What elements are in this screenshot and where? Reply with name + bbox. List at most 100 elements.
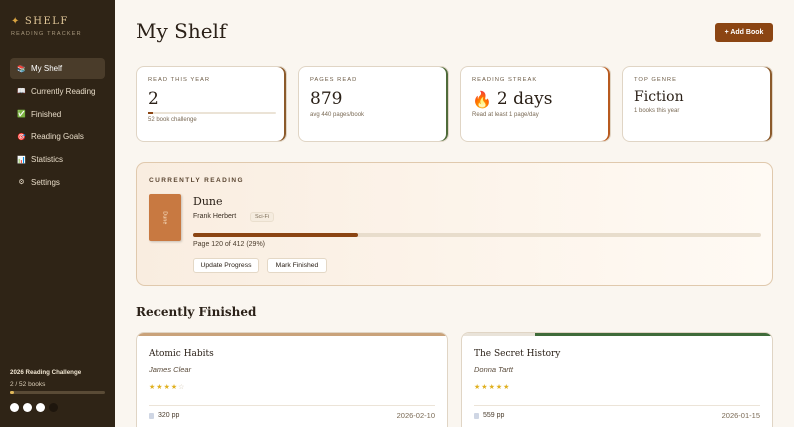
stat-label: READ THIS YEAR bbox=[148, 77, 211, 83]
star-icon: ★ bbox=[481, 384, 489, 391]
stat-label: PAGES READ bbox=[310, 77, 358, 83]
currently-reading-card: CURRENTLY READING Dune Dune Frank Herber… bbox=[136, 162, 773, 286]
reading-progress-bar bbox=[193, 233, 761, 237]
book-title: Atomic Habits bbox=[149, 349, 214, 359]
finish-date: 2026-01-15 bbox=[721, 411, 760, 420]
theme-dot[interactable] bbox=[36, 403, 45, 412]
finish-date: 2026-02-10 bbox=[396, 411, 435, 420]
page-count: 320 pp bbox=[149, 412, 179, 419]
theme-dot[interactable] bbox=[10, 403, 19, 412]
sparkle-icon: ✦ bbox=[11, 16, 21, 27]
book-author: Donna Tartt bbox=[474, 365, 513, 374]
theme-dots bbox=[10, 403, 105, 412]
sidebar-item-my-shelf[interactable]: 📚 My Shelf bbox=[10, 58, 105, 79]
page-icon bbox=[149, 412, 154, 419]
page-icon bbox=[474, 412, 479, 419]
book-open-icon: 📖 bbox=[17, 88, 26, 96]
reading-progress-text: Page 120 of 412 (29%) bbox=[193, 241, 265, 248]
stat-label: TOP GENRE bbox=[634, 77, 677, 83]
book-title: The Secret History bbox=[474, 349, 561, 359]
finished-book-card[interactable]: The Secret History Donna Tartt ★★★★★ 559… bbox=[461, 332, 773, 427]
stat-card-pages-read: PAGES READ 879 avg 440 pages/book bbox=[298, 66, 449, 142]
divider bbox=[474, 405, 760, 406]
brand: ✦ SHELF READING TRACKER bbox=[11, 16, 82, 37]
star-rating: ★★★★☆ bbox=[149, 383, 185, 391]
target-icon: 🎯 bbox=[17, 133, 26, 141]
reading-progress-fill bbox=[193, 233, 358, 237]
page-count: 559 pp bbox=[474, 412, 504, 419]
brand-title: ✦ SHELF bbox=[11, 16, 82, 27]
checkmark-icon: ✅ bbox=[17, 111, 26, 119]
card-accent-bar bbox=[535, 333, 772, 336]
star-icon: ★ bbox=[488, 384, 496, 391]
star-icon: ★ bbox=[156, 384, 164, 391]
chart-icon: 📊 bbox=[17, 156, 26, 164]
stat-sub: avg 440 pages/book bbox=[310, 112, 365, 118]
stat-card-reading-streak: READING STREAK 🔥 2 days Read at least 1 … bbox=[460, 66, 611, 142]
page-count-text: 559 pp bbox=[483, 412, 505, 419]
book-cover-title: Dune bbox=[162, 210, 168, 225]
star-empty-icon: ☆ bbox=[178, 384, 186, 391]
book-author: James Clear bbox=[149, 365, 192, 374]
challenge-progress-fill bbox=[10, 391, 14, 394]
sidebar-nav: 📚 My Shelf 📖 Currently Reading ✅ Finishe… bbox=[10, 58, 105, 195]
star-icon: ★ bbox=[503, 384, 511, 391]
page-title: My Shelf bbox=[136, 19, 227, 43]
stat-value-text: 2 bbox=[148, 89, 159, 109]
stat-progress-bar bbox=[148, 112, 276, 114]
book-title: Dune bbox=[193, 195, 223, 208]
stat-progress-fill bbox=[148, 112, 153, 114]
sidebar-item-finished[interactable]: ✅ Finished bbox=[10, 104, 105, 125]
theme-dot[interactable] bbox=[23, 403, 32, 412]
page-count-text: 320 pp bbox=[158, 412, 180, 419]
finished-book-card[interactable]: Atomic Habits James Clear ★★★★☆ 320 pp 2… bbox=[136, 332, 448, 427]
stat-value: 🔥 2 days bbox=[472, 89, 599, 109]
books-icon: 📚 bbox=[17, 65, 26, 73]
section-label: CURRENTLY READING bbox=[149, 177, 244, 184]
sidebar: ✦ SHELF READING TRACKER 📚 My Shelf 📖 Cur… bbox=[0, 0, 115, 427]
flame-icon: 🔥 bbox=[472, 89, 492, 109]
stat-value-text: 879 bbox=[310, 89, 343, 109]
recently-finished-heading: Recently Finished bbox=[136, 305, 257, 319]
challenge-title: 2026 Reading Challenge bbox=[10, 369, 82, 376]
sidebar-item-label: Statistics bbox=[31, 155, 64, 165]
star-rating: ★★★★★ bbox=[474, 383, 510, 391]
sidebar-item-label: Settings bbox=[31, 177, 60, 187]
card-accent-bar bbox=[137, 333, 447, 336]
stat-sub: Read at least 1 page/day bbox=[472, 112, 539, 118]
sidebar-item-settings[interactable]: ⚙ Settings bbox=[10, 172, 105, 193]
sidebar-item-statistics[interactable]: 📊 Statistics bbox=[10, 149, 105, 170]
book-cover[interactable]: Dune bbox=[149, 194, 181, 241]
brand-name: SHELF bbox=[24, 16, 69, 27]
sidebar-item-label: Finished bbox=[31, 109, 62, 119]
divider bbox=[149, 405, 435, 406]
challenge-count: 2 / 52 books bbox=[10, 381, 46, 388]
add-book-button[interactable]: + Add Book bbox=[715, 23, 773, 42]
stat-value: 2 bbox=[148, 89, 275, 109]
stat-label: READING STREAK bbox=[472, 77, 538, 83]
main-content: My Shelf + Add Book READ THIS YEAR 2 52 … bbox=[115, 0, 794, 427]
stat-sub: 52 book challenge bbox=[148, 117, 197, 123]
reading-challenge: 2026 Reading Challenge 2 / 52 books bbox=[10, 369, 105, 412]
sidebar-item-label: My Shelf bbox=[31, 64, 63, 73]
book-author: Frank Herbert bbox=[193, 213, 237, 220]
stat-value: Fiction bbox=[634, 89, 761, 105]
stat-sub: 1 books this year bbox=[634, 108, 680, 114]
brand-subtitle: READING TRACKER bbox=[11, 31, 82, 37]
stat-value-text: Fiction bbox=[634, 89, 684, 105]
sidebar-item-currently-reading[interactable]: 📖 Currently Reading bbox=[10, 81, 105, 102]
sidebar-item-reading-goals[interactable]: 🎯 Reading Goals bbox=[10, 126, 105, 147]
stat-value: 879 bbox=[310, 89, 437, 109]
update-progress-button[interactable]: Update Progress bbox=[193, 258, 259, 273]
sidebar-item-label: Reading Goals bbox=[31, 132, 84, 142]
stat-card-top-genre: TOP GENRE Fiction 1 books this year bbox=[622, 66, 773, 142]
stat-card-read-this-year: READ THIS YEAR 2 52 book challenge bbox=[136, 66, 287, 142]
genre-tag: Sci-Fi bbox=[250, 212, 275, 222]
sidebar-item-label: Currently Reading bbox=[31, 86, 96, 96]
gear-icon: ⚙ bbox=[18, 179, 25, 187]
star-icon: ★ bbox=[163, 384, 171, 391]
mark-finished-button[interactable]: Mark Finished bbox=[267, 258, 327, 273]
challenge-progress-bar bbox=[10, 391, 105, 394]
theme-dot[interactable] bbox=[49, 403, 58, 412]
stat-value-text: 2 days bbox=[496, 89, 553, 109]
